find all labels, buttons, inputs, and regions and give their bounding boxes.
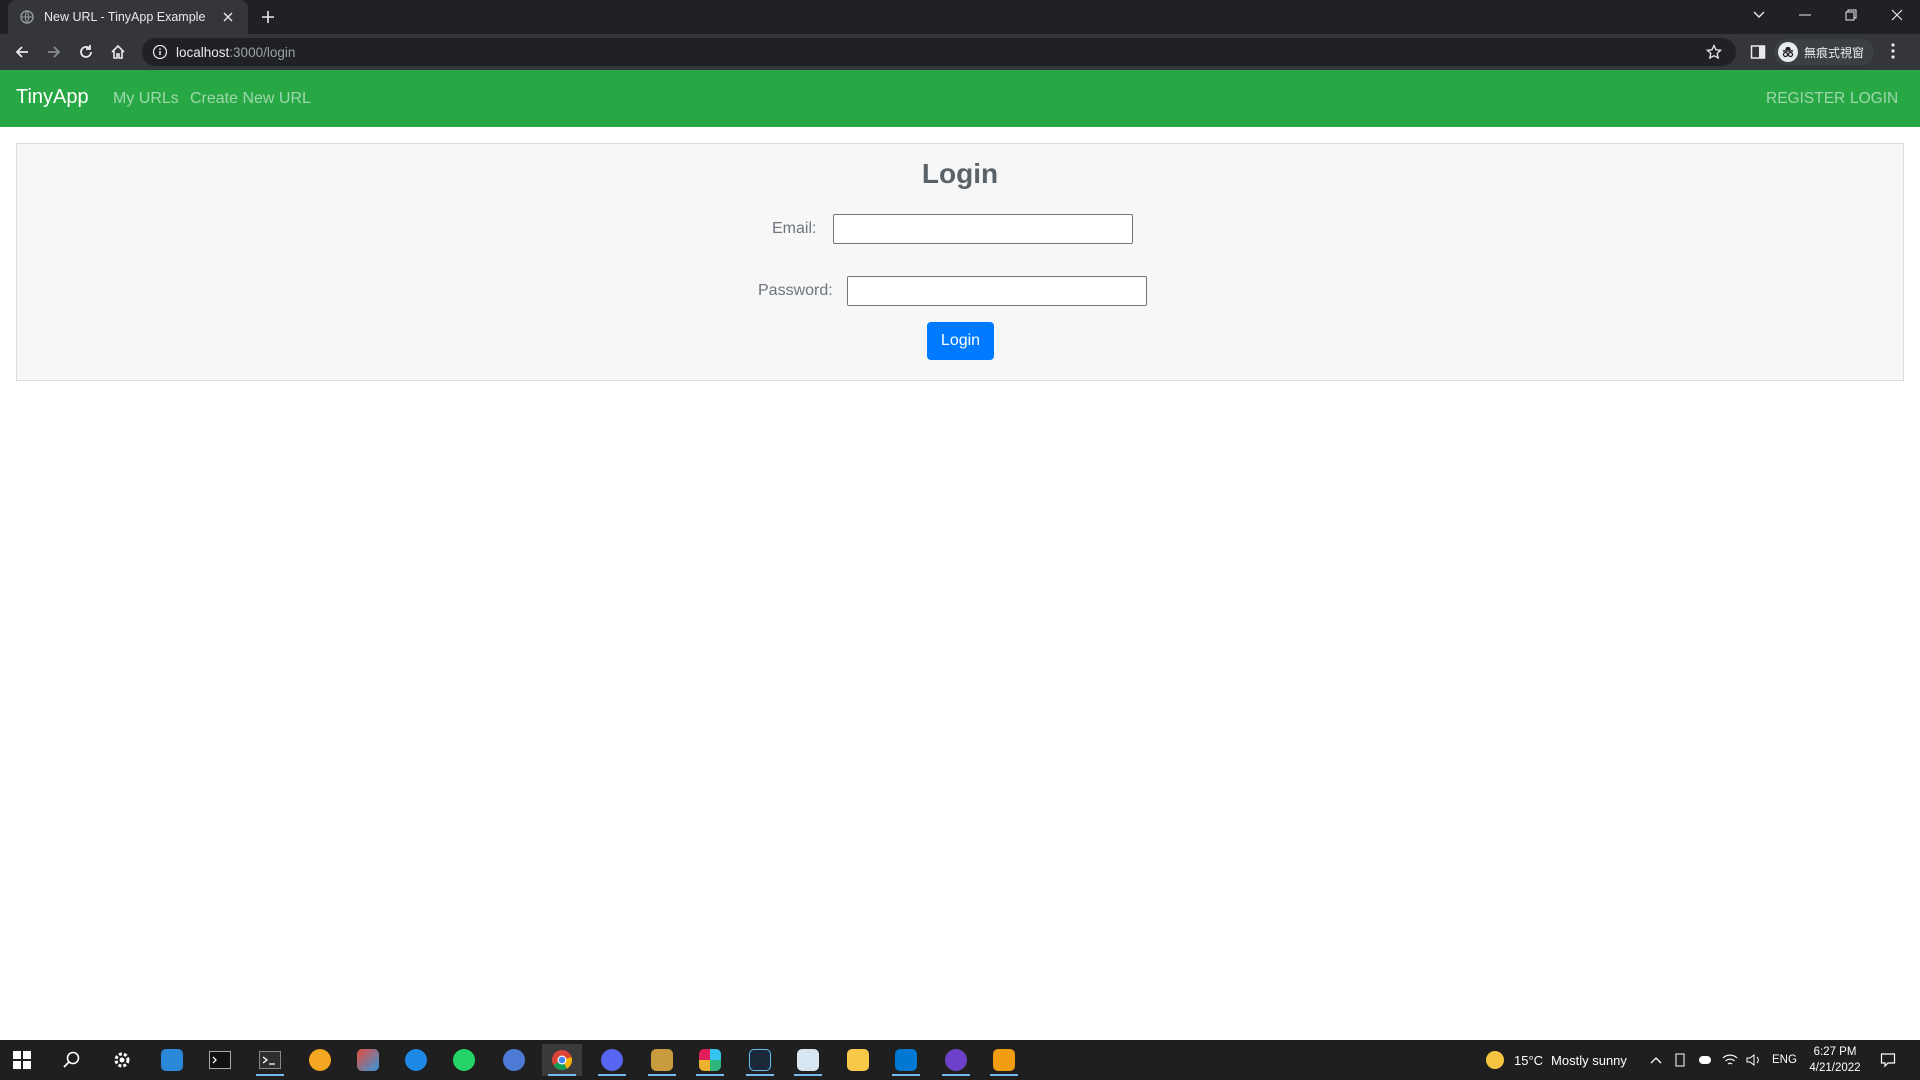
show-hidden-icons-icon[interactable]	[1650, 1040, 1662, 1080]
browser-tabstrip: New URL - TinyApp Example	[0, 0, 1920, 34]
incognito-icon	[1778, 42, 1798, 62]
clock-date: 4/21/2022	[1809, 1062, 1861, 1074]
weather-app-icon[interactable]	[300, 1044, 340, 1076]
notification-icon[interactable]	[1880, 1040, 1896, 1080]
edge-browser-icon[interactable]	[396, 1044, 436, 1076]
running-indicator	[746, 1074, 774, 1076]
running-indicator	[794, 1074, 822, 1076]
side-panel-icon[interactable]	[1750, 44, 1766, 65]
bookmark-star-icon[interactable]	[1705, 43, 1723, 60]
league-client-icon[interactable]	[642, 1044, 682, 1076]
slack-icon[interactable]	[690, 1044, 730, 1076]
password-label: Password:	[758, 282, 833, 299]
windows-start-icon[interactable]	[2, 1044, 42, 1076]
incognito-profile-button[interactable]: 無痕式視窗	[1774, 39, 1875, 65]
running-indicator	[548, 1074, 576, 1076]
steam-icon[interactable]	[740, 1044, 780, 1076]
brand-link[interactable]: TinyApp	[16, 86, 89, 109]
whatsapp-icon[interactable]	[444, 1044, 484, 1076]
site-info-icon[interactable]	[152, 44, 168, 60]
url-host: localhost	[176, 44, 230, 60]
github-desktop-icon[interactable]	[936, 1044, 976, 1076]
weather-sun-icon	[1486, 1051, 1504, 1069]
running-indicator	[942, 1074, 970, 1076]
email-label: Email:	[772, 220, 817, 237]
settings-gear-icon[interactable]	[102, 1044, 142, 1076]
powershell-terminal-icon[interactable]	[250, 1044, 290, 1076]
home-icon[interactable]	[106, 40, 130, 64]
search-icon[interactable]	[52, 1044, 92, 1076]
device-icon[interactable]	[1674, 1040, 1686, 1080]
clock-time: 6:27 PM	[1813, 1046, 1857, 1058]
restore-icon[interactable]	[1828, 0, 1874, 30]
close-window-icon[interactable]	[1874, 0, 1920, 30]
running-indicator	[598, 1074, 626, 1076]
running-indicator	[256, 1074, 284, 1076]
globe-icon	[20, 10, 34, 24]
close-tab-icon[interactable]	[220, 9, 236, 25]
password-field[interactable]	[847, 276, 1147, 306]
nav-login[interactable]: LOGIN	[1850, 90, 1898, 108]
vscode-icon[interactable]	[886, 1044, 926, 1076]
notepad-icon[interactable]	[788, 1044, 828, 1076]
tab-search-icon[interactable]	[1736, 0, 1782, 30]
file-explorer-icon[interactable]	[838, 1044, 878, 1076]
running-indicator	[648, 1074, 676, 1076]
discord-tray-icon[interactable]	[1698, 1040, 1712, 1080]
discord-icon[interactable]	[592, 1044, 632, 1076]
weather-text: Mostly sunny	[1551, 1052, 1627, 1068]
chrome-browser-icon[interactable]	[542, 1044, 582, 1076]
system-clock[interactable]: 6:27 PM 4/21/2022	[1800, 1044, 1870, 1076]
nav-my-urls[interactable]: My URLs	[113, 90, 179, 108]
browser-tab[interactable]: New URL - TinyApp Example	[8, 0, 248, 34]
back-icon[interactable]	[10, 40, 34, 64]
url-text: localhost:3000/login	[176, 45, 295, 60]
url-path: :3000/login	[229, 44, 296, 60]
volume-icon[interactable]	[1746, 1040, 1762, 1080]
address-bar[interactable]: localhost:3000/login	[142, 38, 1736, 66]
paint-app-icon[interactable]	[348, 1044, 388, 1076]
running-indicator	[892, 1074, 920, 1076]
new-tab-icon[interactable]	[258, 7, 278, 27]
profile-label: 無痕式視窗	[1804, 45, 1865, 60]
wifi-icon[interactable]	[1722, 1040, 1738, 1080]
language-indicator[interactable]: ENG	[1772, 1040, 1797, 1080]
login-card: Login Email: Password: Login	[16, 143, 1904, 381]
browser-menu-icon[interactable]	[1890, 42, 1896, 65]
email-field[interactable]	[833, 214, 1133, 244]
windows-taskbar: 15°C Mostly sunny ENG 6:27 PM 4/21/2022	[0, 1040, 1920, 1080]
app-navbar: TinyApp My URLs Create New URL REGISTER …	[0, 70, 1920, 127]
login-heading: Login	[921, 158, 999, 189]
chat-app-icon[interactable]	[494, 1044, 534, 1076]
reload-icon[interactable]	[74, 40, 98, 64]
running-indicator	[990, 1074, 1018, 1076]
browser-toolbar: localhost:3000/login 無痕式視窗	[0, 34, 1920, 70]
tab-title: New URL - TinyApp Example	[44, 10, 206, 24]
news-app-icon[interactable]	[152, 1044, 192, 1076]
nav-create-new-url[interactable]: Create New URL	[190, 90, 311, 108]
nav-register[interactable]: REGISTER	[1766, 90, 1845, 108]
running-indicator	[696, 1074, 724, 1076]
media-player-icon[interactable]	[984, 1044, 1024, 1076]
terminal-icon[interactable]	[200, 1044, 240, 1076]
login-submit-button[interactable]: Login	[927, 322, 994, 360]
forward-icon[interactable]	[42, 40, 66, 64]
weather-temp: 15°C	[1514, 1052, 1544, 1068]
weather-widget[interactable]: 15°C Mostly sunny	[1486, 1040, 1627, 1080]
minimize-icon[interactable]	[1782, 0, 1828, 30]
